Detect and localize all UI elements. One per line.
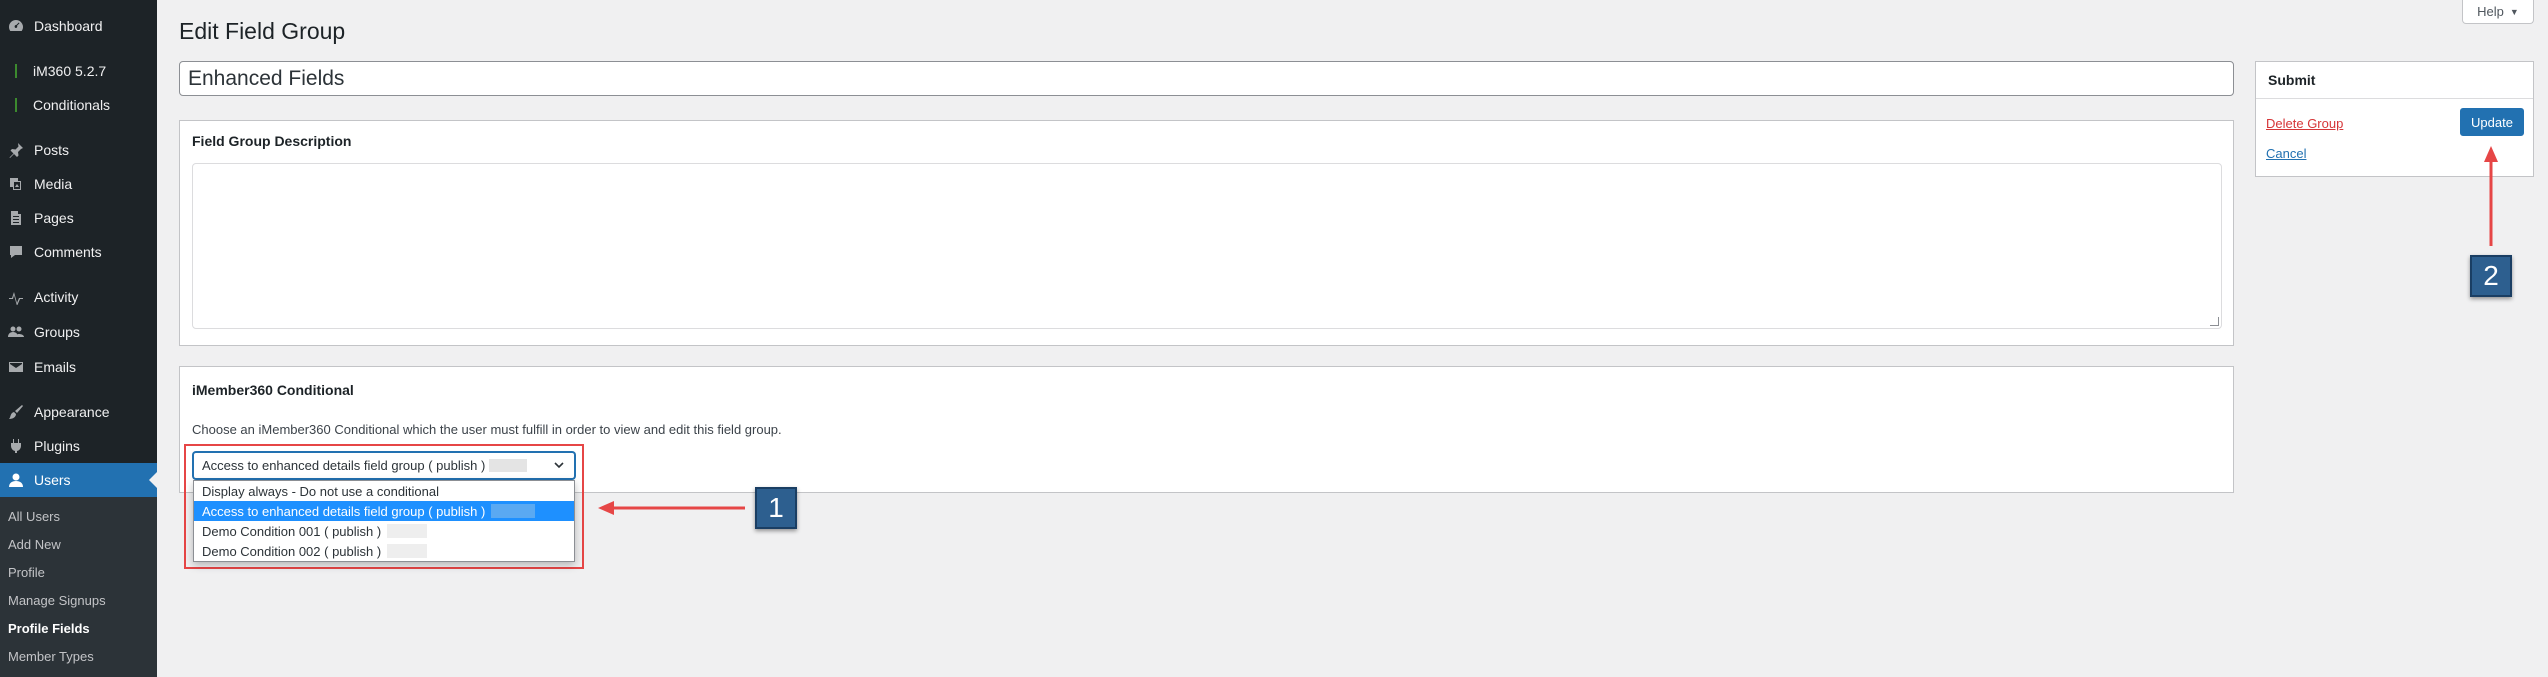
dropdown-option[interactable]: Demo Condition 002 ( publish )	[194, 541, 574, 561]
sidebar-item-label: Conditionals	[33, 97, 111, 113]
option-label: Display always - Do not use a conditiona…	[202, 483, 440, 499]
cancel-link[interactable]: Cancel	[2266, 146, 2306, 161]
option-label: Access to enhanced details field group (…	[202, 503, 486, 519]
help-label: Help	[2477, 4, 2504, 19]
sidebar-item-users[interactable]: Users	[0, 463, 157, 497]
groups-icon	[7, 323, 25, 341]
pin-icon	[7, 141, 25, 159]
comments-icon	[7, 243, 25, 261]
users-icon	[7, 471, 25, 489]
redacted-id	[387, 524, 428, 538]
media-icon	[7, 175, 25, 193]
sidebar-item-pages[interactable]: Pages	[0, 201, 157, 235]
sidebar-item-comments[interactable]: Comments	[0, 235, 157, 269]
email-icon	[7, 358, 25, 376]
sidebar-item-label: Plugins	[34, 438, 80, 454]
submenu-all-users[interactable]: All Users	[8, 509, 60, 524]
caret-down-icon: ▼	[2509, 6, 2519, 17]
dropdown-option-selected[interactable]: Access to enhanced details field group (…	[194, 501, 574, 521]
divider	[2256, 98, 2533, 99]
pages-icon	[7, 209, 25, 227]
option-label: Demo Condition 002 ( publish )	[202, 543, 382, 559]
page-title: Edit Field Group	[179, 18, 346, 44]
dropdown-option[interactable]: Display always - Do not use a conditiona…	[194, 481, 574, 501]
sidebar-item-label: Pages	[34, 210, 74, 226]
sidebar-item-appearance[interactable]: Appearance	[0, 395, 157, 429]
conditional-select[interactable]: Access to enhanced details field group (…	[193, 452, 575, 479]
sidebar-item-label: Comments	[34, 244, 102, 260]
sidebar-item-label: Users	[34, 472, 71, 488]
sidebar-item-label: iM360 5.2.7	[33, 63, 107, 79]
sidebar-item-label: Appearance	[34, 404, 110, 420]
sidebar-item-plugins[interactable]: Plugins	[0, 429, 157, 463]
brush-icon	[7, 403, 25, 421]
update-button[interactable]: Update	[2460, 108, 2524, 136]
submenu-add-new[interactable]: Add New	[8, 537, 61, 552]
activity-icon	[7, 288, 25, 306]
sidebar-item-media[interactable]: Media	[0, 167, 157, 201]
callout-number-2: 2	[2470, 255, 2512, 297]
sidebar-item-dashboard[interactable]: Dashboard	[0, 9, 157, 43]
callout-number-1: 1	[755, 487, 797, 529]
submenu-profile[interactable]: Profile	[8, 565, 45, 580]
sidebar-item-label: Activity	[34, 289, 79, 305]
arrow-to-dropdown	[598, 501, 745, 515]
sidebar-item-activity[interactable]: Activity	[0, 280, 157, 314]
conditional-dropdown-list: Display always - Do not use a conditiona…	[193, 480, 575, 562]
sidebar-item-emails[interactable]: Emails	[0, 350, 157, 384]
option-label: Demo Condition 001 ( publish )	[202, 523, 382, 539]
sidebar-item-conditionals[interactable]: Conditionals	[0, 88, 157, 122]
submenu-manage-signups[interactable]: Manage Signups	[8, 593, 106, 608]
submit-title: Submit	[2268, 72, 2316, 88]
submenu-member-types[interactable]: Member Types	[8, 649, 94, 664]
sidebar-item-label: Groups	[34, 324, 80, 340]
sidebar-item-label: Emails	[34, 359, 77, 375]
sidebar-item-label: Dashboard	[34, 18, 103, 34]
description-title: Field Group Description	[192, 133, 352, 149]
sidebar-item-posts[interactable]: Posts	[0, 133, 157, 167]
field-group-title-input[interactable]: Enhanced Fields	[179, 61, 2234, 96]
redacted-id	[489, 459, 528, 472]
conditional-title: iMember360 Conditional	[192, 382, 354, 398]
redacted-id	[491, 504, 536, 518]
delete-group-link[interactable]: Delete Group	[2266, 116, 2343, 131]
dashboard-icon	[7, 17, 25, 35]
conditional-help-text: Choose an iMember360 Conditional which t…	[192, 422, 782, 437]
users-submenu: All Users Add New Profile Manage Signups…	[0, 497, 157, 677]
sidebar-item-label: Posts	[34, 142, 70, 158]
sidebar-item-groups[interactable]: Groups	[0, 315, 157, 349]
help-button[interactable]: Help ▼	[2462, 0, 2534, 24]
chevron-down-icon	[554, 462, 564, 469]
description-postbox: Field Group Description	[179, 120, 2234, 346]
plugins-icon	[7, 437, 25, 455]
description-textarea[interactable]	[192, 163, 2222, 329]
admin-sidebar: Dashboard iM360 5.2.7 Conditionals Posts…	[0, 0, 157, 677]
select-value: Access to enhanced details field group (…	[202, 458, 486, 473]
redacted-id	[387, 544, 428, 558]
plugin-bar-icon	[15, 98, 17, 112]
dropdown-option[interactable]: Demo Condition 001 ( publish )	[194, 521, 574, 541]
plugin-bar-icon	[15, 64, 17, 78]
submenu-profile-fields[interactable]: Profile Fields	[8, 621, 90, 636]
sidebar-item-im360[interactable]: iM360 5.2.7	[0, 54, 157, 88]
sidebar-item-label: Media	[34, 176, 73, 192]
